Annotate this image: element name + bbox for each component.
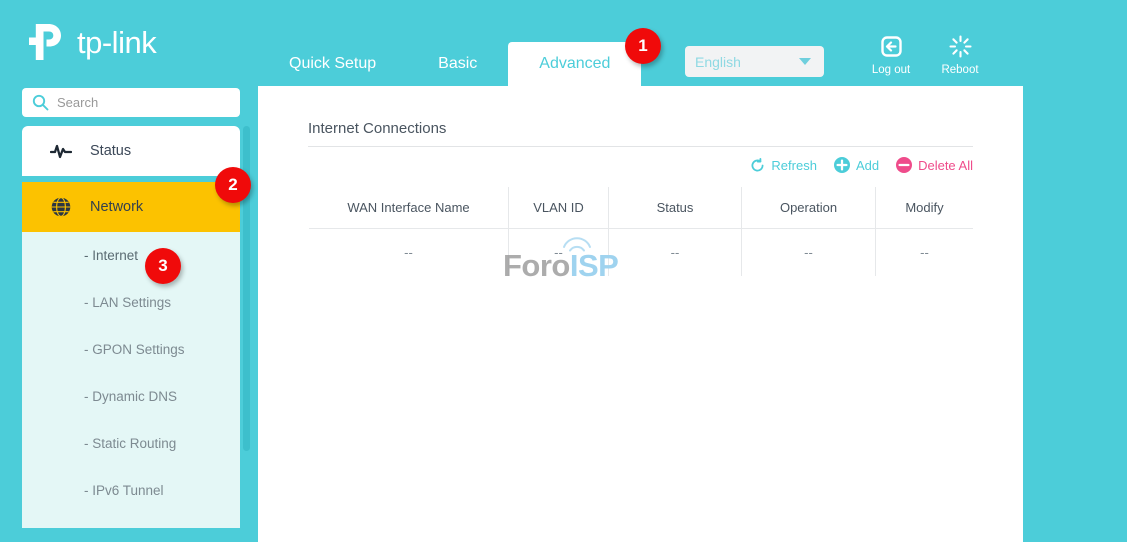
table-header-row: WAN Interface Name VLAN ID Status Operat… bbox=[309, 187, 974, 229]
refresh-label: Refresh bbox=[771, 158, 817, 173]
search-input[interactable] bbox=[57, 95, 227, 110]
sidebar-subitem-lan-settings[interactable]: - LAN Settings bbox=[22, 279, 240, 326]
page-title: Internet Connections bbox=[308, 120, 446, 137]
chevron-down-icon bbox=[799, 58, 811, 65]
globe-icon bbox=[50, 196, 72, 218]
cell-modify: -- bbox=[876, 229, 974, 277]
annotation-badge-3: 3 bbox=[145, 248, 181, 284]
brand-name: tp-link bbox=[77, 27, 156, 58]
sidebar-menu: Status Network - Internet - LAN Settings… bbox=[22, 126, 240, 542]
tab-basic[interactable]: Basic bbox=[407, 42, 508, 86]
brand-logo[interactable]: tp-link bbox=[26, 20, 156, 64]
main-tabs: Quick Setup Basic Advanced bbox=[258, 42, 641, 86]
logout-label: Log out bbox=[872, 64, 910, 76]
column-header-wan-interface-name: WAN Interface Name bbox=[309, 187, 509, 229]
add-label: Add bbox=[856, 158, 879, 173]
tab-quick-setup[interactable]: Quick Setup bbox=[258, 42, 407, 86]
sidebar-item-status[interactable]: Status bbox=[22, 126, 240, 176]
reboot-button[interactable]: Reboot bbox=[928, 34, 992, 77]
content-panel: Internet Connections Refresh Add Delete … bbox=[258, 86, 1023, 542]
refresh-icon bbox=[750, 158, 765, 173]
search-icon bbox=[32, 94, 49, 111]
cell-wan-interface-name: -- bbox=[309, 229, 509, 277]
annotation-badge-1: 1 bbox=[625, 28, 661, 64]
reboot-icon bbox=[948, 34, 973, 59]
top-bar: tp-link Quick Setup Basic Advanced Engli… bbox=[0, 0, 1127, 86]
sidebar: Status Network - Internet - LAN Settings… bbox=[22, 86, 240, 542]
sidebar-item-network-label: Network bbox=[90, 199, 143, 215]
plus-circle-icon bbox=[834, 157, 850, 173]
tp-link-logo-icon bbox=[26, 20, 70, 64]
cell-vlan-id: -- bbox=[509, 229, 609, 277]
activity-pulse-icon bbox=[50, 140, 72, 162]
column-header-modify: Modify bbox=[876, 187, 974, 229]
sidebar-subitem-gpon-settings[interactable]: - GPON Settings bbox=[22, 326, 240, 373]
minus-circle-icon bbox=[896, 157, 912, 173]
column-header-vlan-id: VLAN ID bbox=[509, 187, 609, 229]
sidebar-subitem-static-routing[interactable]: - Static Routing bbox=[22, 420, 240, 467]
refresh-button[interactable]: Refresh bbox=[750, 158, 817, 173]
sidebar-item-status-label: Status bbox=[90, 143, 131, 159]
search-box[interactable] bbox=[22, 88, 240, 117]
delete-all-label: Delete All bbox=[918, 158, 973, 173]
language-selector[interactable]: English bbox=[685, 46, 824, 77]
logout-icon bbox=[879, 34, 904, 59]
sidebar-submenu: - Internet - LAN Settings - GPON Setting… bbox=[22, 232, 240, 528]
sidebar-subitem-ipv6-tunnel[interactable]: - IPv6 Tunnel bbox=[22, 467, 240, 514]
title-divider bbox=[308, 146, 973, 147]
column-header-operation: Operation bbox=[742, 187, 876, 229]
column-header-status: Status bbox=[609, 187, 742, 229]
internet-connections-table: WAN Interface Name VLAN ID Status Operat… bbox=[308, 186, 974, 277]
sidebar-item-network[interactable]: Network bbox=[22, 182, 240, 232]
language-selected-label: English bbox=[695, 54, 799, 70]
delete-all-button[interactable]: Delete All bbox=[896, 157, 973, 173]
table-row[interactable]: -- -- -- -- -- bbox=[309, 229, 974, 277]
logout-button[interactable]: Log out bbox=[859, 34, 923, 77]
add-button[interactable]: Add bbox=[834, 157, 879, 173]
sidebar-subitem-internet[interactable]: - Internet bbox=[22, 232, 240, 279]
reboot-label: Reboot bbox=[941, 64, 978, 76]
table-toolbar: Refresh Add Delete All bbox=[750, 157, 973, 173]
tab-advanced[interactable]: Advanced bbox=[508, 42, 641, 86]
cell-operation: -- bbox=[742, 229, 876, 277]
sidebar-subitem-dynamic-dns[interactable]: - Dynamic DNS bbox=[22, 373, 240, 420]
cell-status: -- bbox=[609, 229, 742, 277]
annotation-badge-2: 2 bbox=[215, 167, 251, 203]
